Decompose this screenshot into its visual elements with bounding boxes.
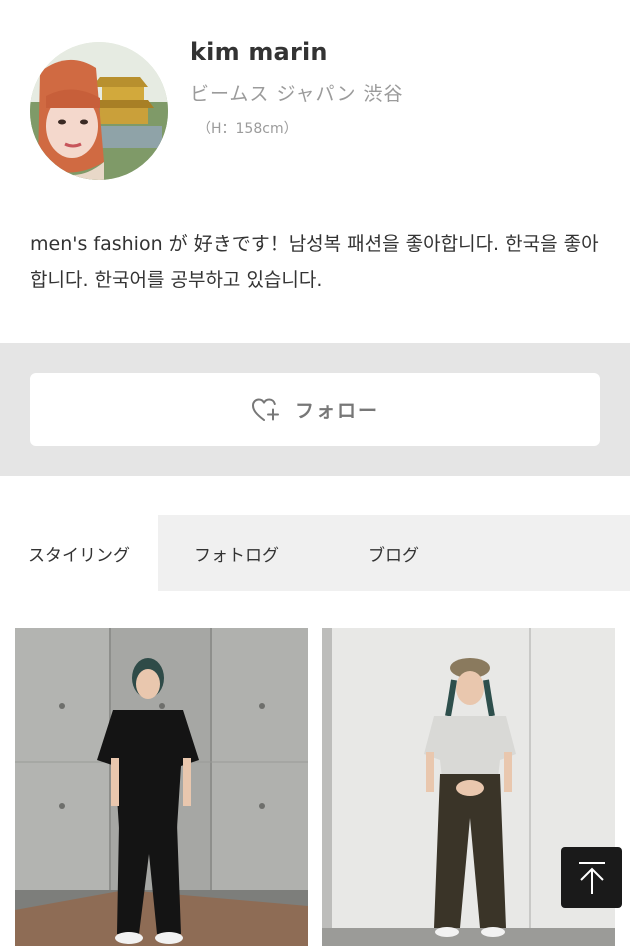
follow-label: フォロー bbox=[294, 400, 379, 422]
styling-photo-1-image bbox=[15, 628, 308, 946]
follow-section: フォロー bbox=[0, 343, 630, 476]
user-bio: men's fashion が 好きです！남성복 패션을 좋아합니다. 한국을 … bbox=[30, 233, 599, 291]
avatar-image bbox=[30, 42, 168, 180]
avatar[interactable] bbox=[30, 42, 168, 180]
content-tabs: スタイリング フォトログ ブログ bbox=[0, 515, 630, 591]
user-height: （H：158cm） bbox=[197, 121, 298, 137]
shop-name[interactable]: ビームス ジャパン 渋谷 bbox=[190, 79, 404, 106]
arrow-up-to-top-icon bbox=[578, 861, 605, 894]
profile-section: kim marin ビームス ジャパン 渋谷 （H：158cm） men's f… bbox=[0, 0, 630, 343]
tab-photolog[interactable]: フォトログ bbox=[158, 515, 315, 591]
user-name: kim marin bbox=[190, 38, 328, 66]
back-to-top-button[interactable] bbox=[561, 847, 622, 908]
follow-button[interactable]: フォロー bbox=[30, 373, 600, 446]
tab-styling[interactable]: スタイリング bbox=[0, 515, 158, 591]
styling-photo-1[interactable] bbox=[15, 628, 308, 946]
tab-blog[interactable]: ブログ bbox=[315, 515, 472, 591]
heart-plus-icon bbox=[251, 398, 279, 421]
